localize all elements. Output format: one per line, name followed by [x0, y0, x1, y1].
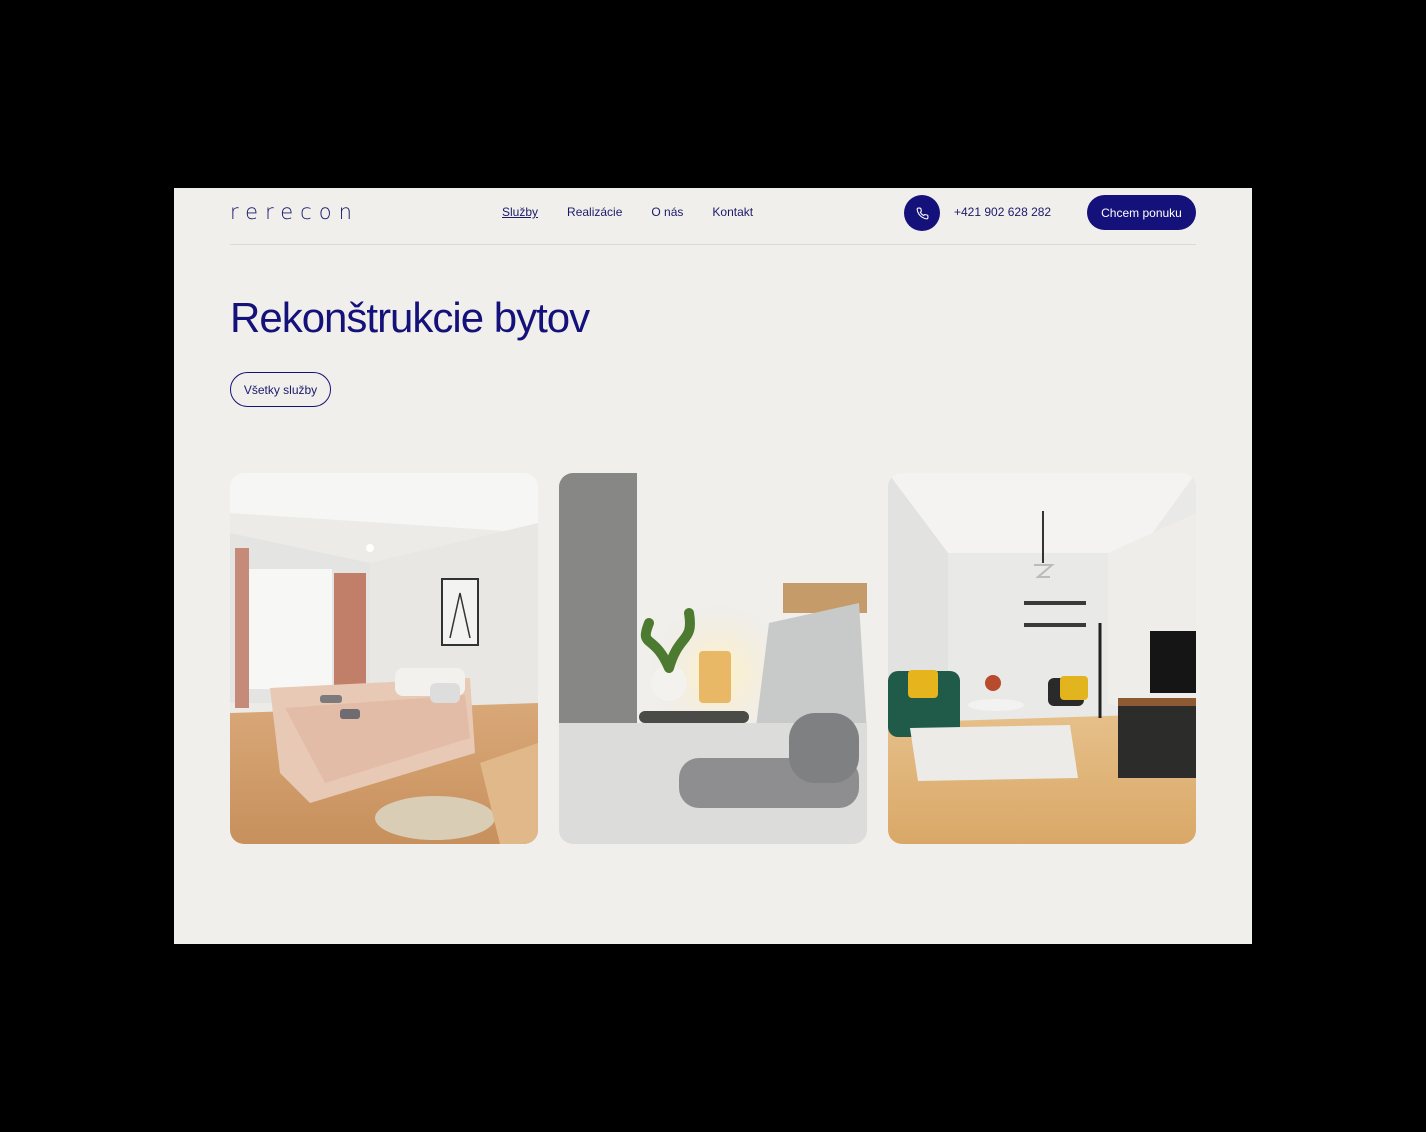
phone-icon	[916, 207, 928, 219]
gallery-photo-bedside[interactable]	[559, 473, 867, 844]
page-title: Rekonštrukcie bytov	[230, 294, 590, 341]
nav-item-realizacie[interactable]: Realizácie	[567, 205, 622, 219]
all-services-button[interactable]: Všetky služby	[230, 372, 331, 407]
nav-item-sluzby[interactable]: Služby	[502, 205, 538, 219]
main-nav: Služby Realizácie O nás Kontakt	[502, 205, 753, 219]
phone-number[interactable]: +421 902 628 282	[954, 205, 1051, 219]
gallery-photo-living-room[interactable]	[888, 473, 1196, 844]
nav-item-kontakt[interactable]: Kontakt	[712, 205, 753, 219]
cta-button[interactable]: Chcem ponuku	[1087, 195, 1196, 230]
site-header: rerecon Služby Realizácie O nás Kontakt …	[230, 188, 1196, 245]
page: rerecon Služby Realizácie O nás Kontakt …	[174, 188, 1252, 944]
photo-gallery	[230, 473, 1196, 844]
nav-item-o-nas[interactable]: O nás	[651, 205, 683, 219]
logo[interactable]: rerecon	[230, 200, 359, 224]
phone-button[interactable]	[904, 195, 940, 231]
gallery-photo-bedroom[interactable]	[230, 473, 538, 844]
